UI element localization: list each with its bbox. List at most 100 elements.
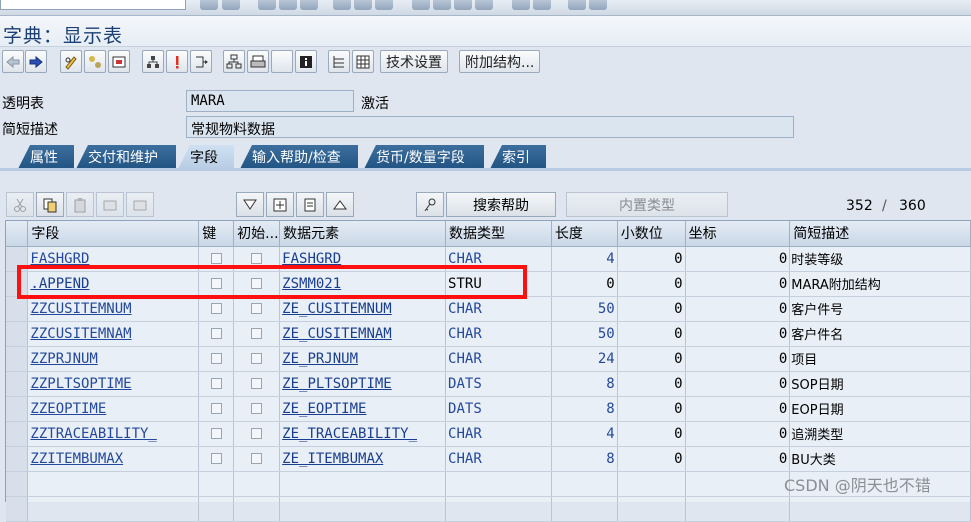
data-element[interactable]: ZE_PLTSOPTIME xyxy=(282,376,392,392)
table-name-field[interactable]: MARA xyxy=(186,90,354,112)
field-name[interactable]: .APPEND xyxy=(30,276,89,292)
data-element-cell[interactable]: ZE_ITEMBUMAX xyxy=(279,446,447,472)
select-all-cell[interactable] xyxy=(6,221,29,247)
other-object-button[interactable] xyxy=(84,50,106,73)
data-element[interactable]: ZE_TRACEABILITY_ xyxy=(282,426,417,442)
data-element-cell[interactable]: ZE_PRJNUM xyxy=(279,346,447,372)
key-checkbox[interactable] xyxy=(210,278,222,289)
column-header-length[interactable]: 长度 xyxy=(551,221,618,247)
enter-icon[interactable] xyxy=(200,0,218,10)
initial-checkbox[interactable] xyxy=(251,353,263,364)
delete-row-button[interactable] xyxy=(126,192,154,217)
sort-button[interactable] xyxy=(236,192,264,217)
next-page-icon[interactable] xyxy=(454,0,472,10)
hierarchy-button[interactable] xyxy=(223,50,245,73)
table-row[interactable]: ZZITEMBUMAX ZE_ITEMBUMAX CHAR 8 0 0 BU大类 xyxy=(6,446,971,472)
activate-button[interactable] xyxy=(108,50,130,73)
row-selector[interactable] xyxy=(6,446,29,472)
column-header-data-type[interactable]: 数据类型 xyxy=(445,221,552,247)
layout-icon[interactable] xyxy=(589,0,607,10)
empty-cell[interactable] xyxy=(27,471,200,497)
row-selector[interactable] xyxy=(6,346,29,372)
empty-cell[interactable] xyxy=(551,471,618,497)
key-checkbox[interactable] xyxy=(210,428,222,439)
column-header-data-element[interactable]: 数据元素 xyxy=(279,221,447,247)
blank-button[interactable] xyxy=(271,50,293,73)
find-icon[interactable] xyxy=(354,0,372,10)
field-name[interactable]: ZZCUSITEMNAM xyxy=(30,326,131,342)
key-checkbox[interactable] xyxy=(210,453,222,464)
find-next-icon[interactable] xyxy=(375,0,393,10)
paste-button[interactable] xyxy=(66,192,94,217)
column-header-coordinate[interactable]: 坐标 xyxy=(685,221,791,247)
check-button[interactable] xyxy=(166,50,188,73)
empty-cell[interactable] xyxy=(279,471,447,497)
field-name-cell[interactable]: .APPEND xyxy=(27,271,200,297)
row-selector[interactable] xyxy=(6,371,29,397)
initial-checkbox[interactable] xyxy=(251,453,263,464)
empty-cell[interactable] xyxy=(445,496,552,522)
field-name[interactable]: ZZTRACEABILITY_ xyxy=(30,426,156,442)
row-selector[interactable] xyxy=(6,246,29,272)
empty-cell[interactable] xyxy=(279,496,447,522)
field-name-cell[interactable]: ZZCUSITEMNAM xyxy=(27,321,200,347)
empty-cell[interactable] xyxy=(198,496,235,522)
tab-currency-quantity[interactable]: 货币/数量字段 xyxy=(364,145,484,169)
field-name-cell[interactable]: ZZTRACEABILITY_ xyxy=(27,421,200,447)
column-header-short-desc[interactable]: 简短描述 xyxy=(789,221,971,247)
key-checkbox[interactable] xyxy=(210,303,222,314)
tab-fields[interactable]: 字段 xyxy=(178,145,234,169)
field-name[interactable]: FASHGRD xyxy=(30,251,89,267)
initial-checkbox[interactable] xyxy=(251,378,263,389)
data-element-cell[interactable]: ZE_EOPTIME xyxy=(279,396,447,422)
data-element-cell[interactable]: ZE_TRACEABILITY_ xyxy=(279,421,447,447)
table-row[interactable]: ZZPRJNUM ZE_PRJNUM CHAR 24 0 0 项目 xyxy=(6,346,971,372)
command-field[interactable] xyxy=(0,0,186,10)
exit-icon[interactable] xyxy=(279,0,297,10)
empty-row[interactable] xyxy=(6,496,971,522)
field-name-cell[interactable]: ZZITEMBUMAX xyxy=(27,446,200,472)
key-checkbox[interactable] xyxy=(210,403,222,414)
copy-button[interactable] xyxy=(36,192,64,217)
data-element-cell[interactable]: ZE_CUSITEMNUM xyxy=(279,296,447,322)
display-change-button[interactable] xyxy=(60,50,82,73)
first-page-icon[interactable] xyxy=(412,0,430,10)
row-selector[interactable] xyxy=(6,321,29,347)
back-button[interactable] xyxy=(2,50,24,73)
data-element[interactable]: ZE_CUSITEMNUM xyxy=(282,301,392,317)
field-name-cell[interactable]: FASHGRD xyxy=(27,246,200,272)
empty-cell[interactable] xyxy=(617,496,686,522)
data-element-cell[interactable]: ZE_PLTSOPTIME xyxy=(279,371,447,397)
empty-cell[interactable] xyxy=(198,471,235,497)
initial-checkbox[interactable] xyxy=(251,428,263,439)
back-icon[interactable] xyxy=(258,0,276,10)
data-element-cell[interactable]: FASHGRD xyxy=(279,246,447,272)
data-element[interactable]: ZSMM021 xyxy=(282,276,341,292)
table-row[interactable]: ZZTRACEABILITY_ ZE_TRACEABILITY_ CHAR 4 0 0 追溯… xyxy=(6,421,971,447)
key-checkbox[interactable] xyxy=(210,328,222,339)
empty-cell[interactable] xyxy=(445,471,552,497)
empty-cell[interactable] xyxy=(233,496,281,522)
field-name-cell[interactable]: ZZCUSITEMNUM xyxy=(27,296,200,322)
tab-input-help-check[interactable]: 输入帮助/检查 xyxy=(240,145,358,169)
data-element[interactable]: FASHGRD xyxy=(282,251,341,267)
cancel-icon[interactable] xyxy=(300,0,318,10)
table-row[interactable]: ZZCUSITEMNUM ZE_CUSITEMNUM CHAR 50 0 0 客户件号 xyxy=(6,296,971,322)
navigate-button[interactable] xyxy=(190,50,212,73)
new-session-icon[interactable] xyxy=(512,0,530,10)
field-name-cell[interactable]: ZZPRJNUM xyxy=(27,346,200,372)
row-selector[interactable] xyxy=(6,296,29,322)
append-structure-button[interactable]: 附加结构... xyxy=(459,50,541,73)
prev-page-icon[interactable] xyxy=(433,0,451,10)
table-row[interactable]: ZZPLTSOPTIME ZE_PLTSOPTIME DATS 8 0 0 SOP日期 xyxy=(6,371,971,397)
column-header-field[interactable]: 字段 xyxy=(27,221,200,247)
contents-button[interactable] xyxy=(352,50,374,73)
short-desc-field[interactable]: 常规物料数据 xyxy=(186,116,794,138)
tab-indexes[interactable]: 索引 xyxy=(490,145,546,169)
tab-attributes[interactable]: 属性 xyxy=(18,145,74,169)
table-row[interactable]: ZZEOPTIME ZE_EOPTIME DATS 8 0 0 EOP日期 xyxy=(6,396,971,422)
tab-delivery-maintenance[interactable]: 交付和维护 xyxy=(76,145,176,169)
empty-cell[interactable] xyxy=(233,471,281,497)
field-name[interactable]: ZZEOPTIME xyxy=(30,401,106,417)
initial-checkbox[interactable] xyxy=(251,328,263,339)
